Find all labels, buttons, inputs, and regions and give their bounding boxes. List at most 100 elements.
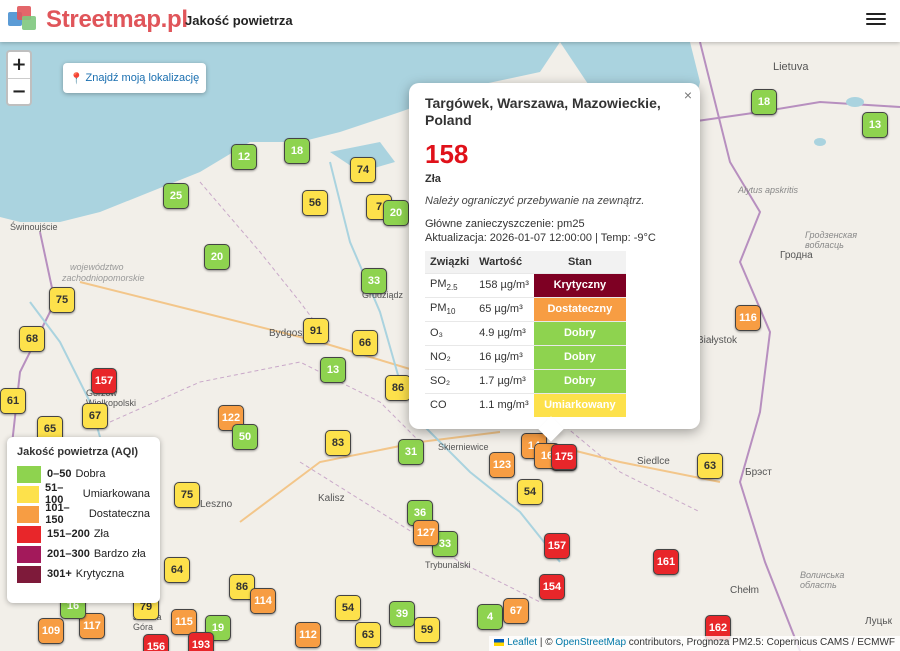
aqi-marker[interactable]: 64 xyxy=(164,557,190,583)
aqi-marker[interactable]: 75 xyxy=(49,287,75,313)
popup-close-icon[interactable]: × xyxy=(684,87,692,103)
aqi-marker[interactable]: 83 xyxy=(325,430,351,456)
aqi-marker[interactable]: 39 xyxy=(389,601,415,627)
attribution-rest: contributors, Prognoza PM2.5: Copernicus… xyxy=(626,637,895,648)
legend-swatch xyxy=(17,525,41,543)
pollutant-status: Dobry xyxy=(533,344,626,369)
aqi-marker[interactable]: 12 xyxy=(231,144,257,170)
legend-swatch xyxy=(17,465,41,483)
pollutant-table: Związki Wartość Stan PM2.5 158 µg/m³ Kryty… xyxy=(425,251,626,417)
map-label-zachodnio-1: województwo xyxy=(70,262,124,272)
popup-info: Główne zanieczyszczenie: pm25 Aktualizac… xyxy=(425,217,684,245)
aqi-marker[interactable]: 54 xyxy=(517,479,543,505)
map-label-siedlce: Siedlce xyxy=(637,456,670,467)
map-label-bialystok: Białystok xyxy=(697,335,738,346)
legend-label: Krytyczna xyxy=(75,568,125,580)
aqi-marker[interactable]: 13 xyxy=(862,112,888,138)
legend-title: Jakość powietrza (AQI) xyxy=(17,446,139,458)
pollutant-status: Dobry xyxy=(533,368,626,393)
find-my-location-button[interactable]: 📍 Znajdź moją lokalizację xyxy=(63,63,206,93)
aqi-marker[interactable]: 56 xyxy=(302,190,328,216)
aqi-marker[interactable]: 123 xyxy=(489,452,515,478)
map-attribution: Leaflet | © OpenStreetMap contributors, … xyxy=(489,636,900,651)
legend-item: 201–300 Bardzo zła xyxy=(17,544,150,564)
aqi-marker[interactable]: 33 xyxy=(361,268,387,294)
col-header-compound: Związki xyxy=(425,251,475,273)
brand-logo[interactable]: Streetmap.pl xyxy=(46,6,188,34)
aqi-marker[interactable]: 157 xyxy=(91,368,117,394)
map-label-lietuva: Lietuva xyxy=(773,61,809,73)
pollutant-value: 158 µg/m³ xyxy=(474,272,534,297)
aqi-marker[interactable]: 31 xyxy=(398,439,424,465)
pollutant-row: PM10 65 µg/m³ Dostateczny xyxy=(425,296,626,321)
pollutant-row: CO 1.1 mg/m³ Umiarkowany xyxy=(425,392,626,417)
aqi-marker[interactable]: 68 xyxy=(19,326,45,352)
aqi-marker[interactable]: 20 xyxy=(204,244,230,270)
aqi-marker[interactable]: 13 xyxy=(320,357,346,383)
aqi-marker[interactable]: 161 xyxy=(653,549,679,575)
popup-main-pollutant: Główne zanieczyszczenie: pm25 xyxy=(425,218,585,230)
aqi-marker[interactable]: 20 xyxy=(383,200,409,226)
aqi-marker[interactable]: 50 xyxy=(232,424,258,450)
map-label-skierniewice: Skierniewice xyxy=(438,442,489,452)
map-label-chelm: Chełm xyxy=(730,585,759,596)
aqi-marker[interactable]: 116 xyxy=(735,305,761,331)
aqi-marker[interactable]: 67 xyxy=(503,598,529,624)
map-label-brest: Брэст xyxy=(745,467,772,478)
map-label-trybunalski: Trybunalski xyxy=(425,560,471,570)
col-header-status: Stan xyxy=(533,251,626,273)
popup-location: Targówek, Warszawa, Mazowieckie, Poland xyxy=(425,95,661,128)
aqi-marker[interactable]: 75 xyxy=(174,482,200,508)
aqi-marker[interactable]: 112 xyxy=(295,622,321,648)
aqi-marker[interactable]: 74 xyxy=(350,157,376,183)
aqi-marker[interactable]: 66 xyxy=(352,330,378,356)
aqi-marker[interactable]: 86 xyxy=(385,375,411,401)
ukraine-flag-icon xyxy=(494,638,505,646)
location-pin-icon: 📍 xyxy=(69,72,84,85)
legend-swatch xyxy=(17,545,41,563)
legend-range: 201–300 xyxy=(47,548,90,560)
legend-range: 0–50 xyxy=(47,468,72,480)
aqi-marker[interactable]: 109 xyxy=(38,618,64,644)
aqi-marker[interactable]: 59 xyxy=(414,617,440,643)
zoom-out-button[interactable]: − xyxy=(8,78,30,104)
aqi-marker[interactable]: 63 xyxy=(355,622,381,648)
aqi-marker[interactable]: 157 xyxy=(544,533,570,559)
legend-swatch xyxy=(17,505,40,523)
aqi-marker[interactable]: 67 xyxy=(82,403,108,429)
aqi-marker[interactable]: 4 xyxy=(477,604,503,630)
pollutant-name: PM10 xyxy=(425,296,475,321)
aqi-marker[interactable]: 18 xyxy=(284,138,310,164)
osm-link[interactable]: OpenStreetMap xyxy=(555,637,626,648)
map-label-volynska: Волинська область xyxy=(800,570,845,590)
selected-aqi-marker[interactable]: 175 xyxy=(551,444,577,470)
pollutant-name: SO₂ xyxy=(425,368,475,393)
legend-range: 301+ xyxy=(47,568,72,580)
zoom-in-button[interactable]: + xyxy=(8,52,30,78)
aqi-marker[interactable]: 63 xyxy=(697,453,723,479)
aqi-popup: × Targówek, Warszawa, Mazowieckie, Polan… xyxy=(409,83,700,429)
pollutant-row: SO₂ 1.7 µg/m³ Dobry xyxy=(425,368,626,393)
hamburger-menu-icon[interactable] xyxy=(866,10,886,30)
pollutant-value: 65 µg/m³ xyxy=(474,296,534,321)
aqi-marker[interactable]: 154 xyxy=(539,574,565,600)
aqi-marker[interactable]: 18 xyxy=(751,89,777,115)
page-subtitle: Jakość powietrza xyxy=(185,13,293,28)
map-label-kalisz: Kalisz xyxy=(318,493,345,504)
aqi-marker[interactable]: 25 xyxy=(163,183,189,209)
pollutant-name: NO₂ xyxy=(425,344,475,369)
pollutant-value: 1.7 µg/m³ xyxy=(474,368,534,393)
aqi-marker[interactable]: 114 xyxy=(250,588,276,614)
aqi-marker[interactable]: 91 xyxy=(303,318,329,344)
aqi-marker[interactable]: 127 xyxy=(413,520,439,546)
map-label-lutsk: Луцьк xyxy=(865,616,892,627)
aqi-marker[interactable]: 156 xyxy=(143,634,169,651)
aqi-marker[interactable]: 61 xyxy=(0,388,26,414)
leaflet-link[interactable]: Leaflet xyxy=(507,637,537,648)
aqi-marker[interactable]: 54 xyxy=(335,595,361,621)
legend-item: 0–50 Dobra xyxy=(17,464,150,484)
aqi-marker[interactable]: 193 xyxy=(188,632,214,651)
popup-advice: Należy ograniczyć przebywanie na zewnątr… xyxy=(425,195,645,207)
legend-range: 151–200 xyxy=(47,528,90,540)
legend-swatch xyxy=(17,565,41,583)
